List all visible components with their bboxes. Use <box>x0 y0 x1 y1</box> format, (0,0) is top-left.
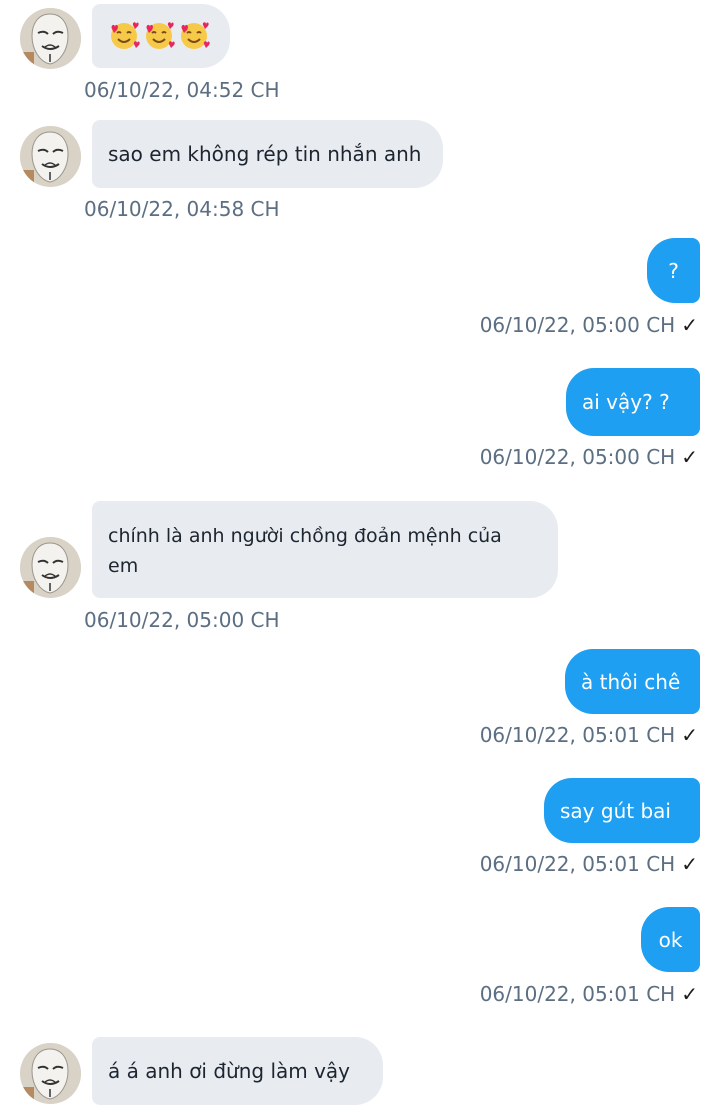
avatar[interactable] <box>20 1043 81 1104</box>
sent-check-icon: ✓ <box>681 852 698 876</box>
mask-avatar-icon <box>20 126 81 187</box>
smiling-face-with-hearts-icon <box>111 22 140 49</box>
message-timestamp: 06/10/22, 05:01 CH ✓ <box>479 723 698 747</box>
message-bubble-incoming[interactable] <box>92 4 230 68</box>
message-text: say gút bai <box>560 798 671 823</box>
message-bubble-outgoing[interactable]: ai vậy? ? <box>566 368 700 436</box>
mask-avatar-icon <box>20 1043 81 1104</box>
message-bubble-outgoing[interactable]: ? <box>647 238 700 303</box>
message-timestamp: 06/10/22, 05:00 CH ✓ <box>479 313 698 337</box>
message-text-line: em <box>108 555 139 577</box>
avatar[interactable] <box>20 537 81 598</box>
message-timestamp: 06/10/22, 05:00 CH <box>84 608 280 632</box>
avatar[interactable] <box>20 8 81 69</box>
message-timestamp: 06/10/22, 04:52 CH <box>84 78 280 102</box>
message-bubble-incoming[interactable]: sao em không rép tin nhắn anh <box>92 120 443 188</box>
smiling-face-with-hearts-icon <box>146 22 175 49</box>
message-bubble-incoming[interactable]: chính là anh người chồng đoản mệnh của e… <box>92 501 558 598</box>
message-text: à thôi chê <box>581 669 681 694</box>
message-text: ai vậy? ? <box>582 390 670 414</box>
sent-check-icon: ✓ <box>681 445 698 469</box>
sent-check-icon: ✓ <box>681 313 698 337</box>
message-timestamp: 06/10/22, 05:00 CH ✓ <box>479 445 698 469</box>
message-bubble-outgoing[interactable]: à thôi chê <box>565 649 700 714</box>
message-bubble-outgoing[interactable]: ok <box>641 907 700 972</box>
message-timestamp: 06/10/22, 05:01 CH ✓ <box>479 982 698 1006</box>
message-bubble-incoming[interactable]: á á anh ơi đừng làm vậy <box>92 1037 383 1105</box>
mask-avatar-icon <box>20 8 81 69</box>
message-text: ok <box>658 927 683 952</box>
message-text: sao em không rép tin nhắn anh <box>108 142 422 166</box>
sent-check-icon: ✓ <box>681 982 698 1006</box>
smiling-face-with-hearts-icon <box>181 22 210 49</box>
message-bubble-outgoing[interactable]: say gút bai <box>544 778 700 843</box>
message-text: á á anh ơi đừng làm vậy <box>108 1059 351 1083</box>
mask-avatar-icon <box>20 537 81 598</box>
message-timestamp: 06/10/22, 05:01 CH ✓ <box>479 852 698 876</box>
message-text-line: chính là anh người chồng đoản mệnh của <box>108 525 502 547</box>
sent-check-icon: ✓ <box>681 723 698 747</box>
message-text: ? <box>668 258 679 283</box>
avatar[interactable] <box>20 126 81 187</box>
message-timestamp: 06/10/22, 04:58 CH <box>84 197 280 221</box>
